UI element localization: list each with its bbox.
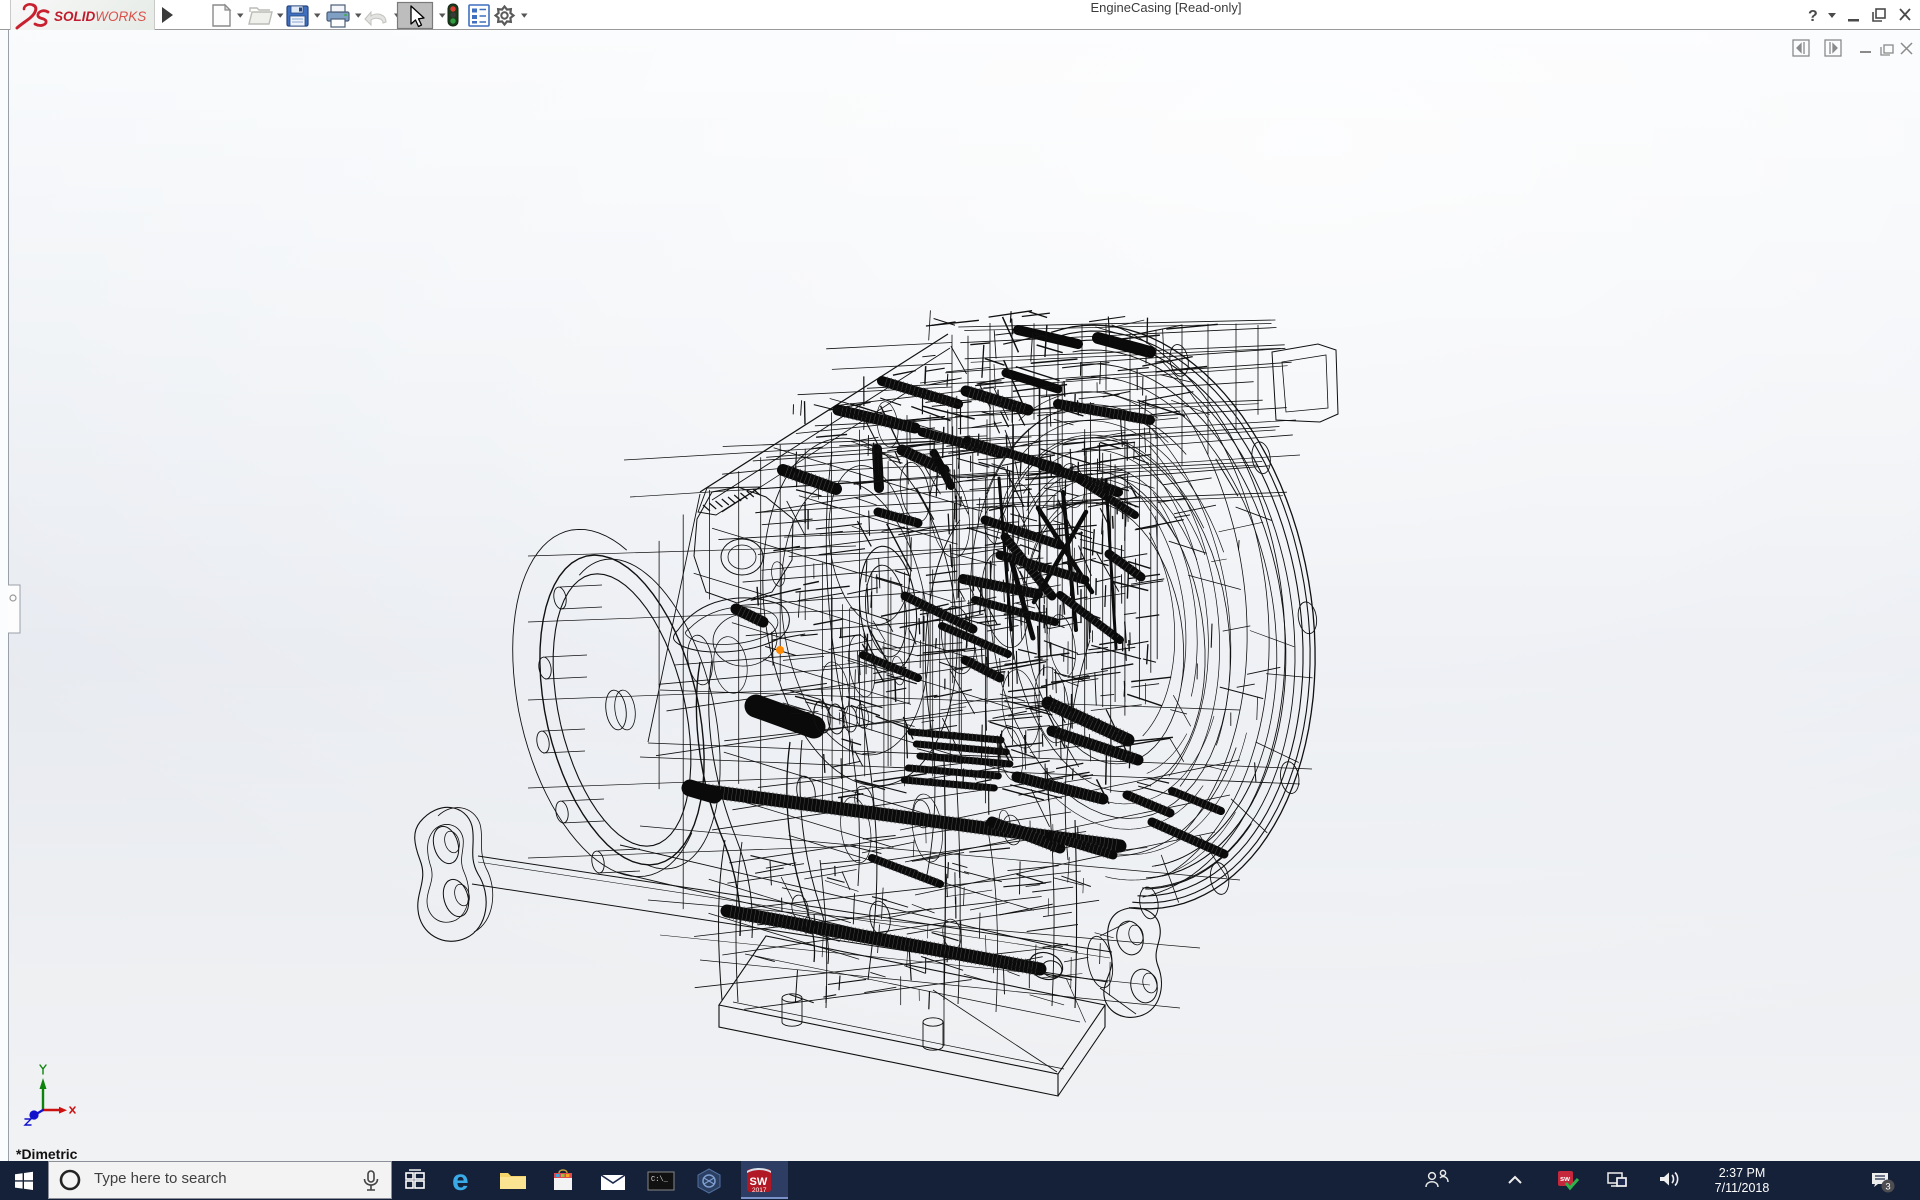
- svg-text:sw: sw: [1560, 1174, 1570, 1183]
- svg-text:?: ?: [1808, 8, 1818, 25]
- svg-text:SOLIDWORKS: SOLIDWORKS: [54, 9, 146, 24]
- svg-text:2:37 PM: 2:37 PM: [1719, 1166, 1766, 1180]
- svg-text:7/11/2018: 7/11/2018: [1715, 1181, 1770, 1195]
- svg-text:*Dimetric: *Dimetric: [16, 1146, 78, 1161]
- svg-text:C:\_: C:\_: [651, 1176, 669, 1184]
- svg-text:3: 3: [1885, 1182, 1890, 1193]
- svg-text:e: e: [452, 1164, 469, 1197]
- svg-text:2017: 2017: [752, 1187, 767, 1194]
